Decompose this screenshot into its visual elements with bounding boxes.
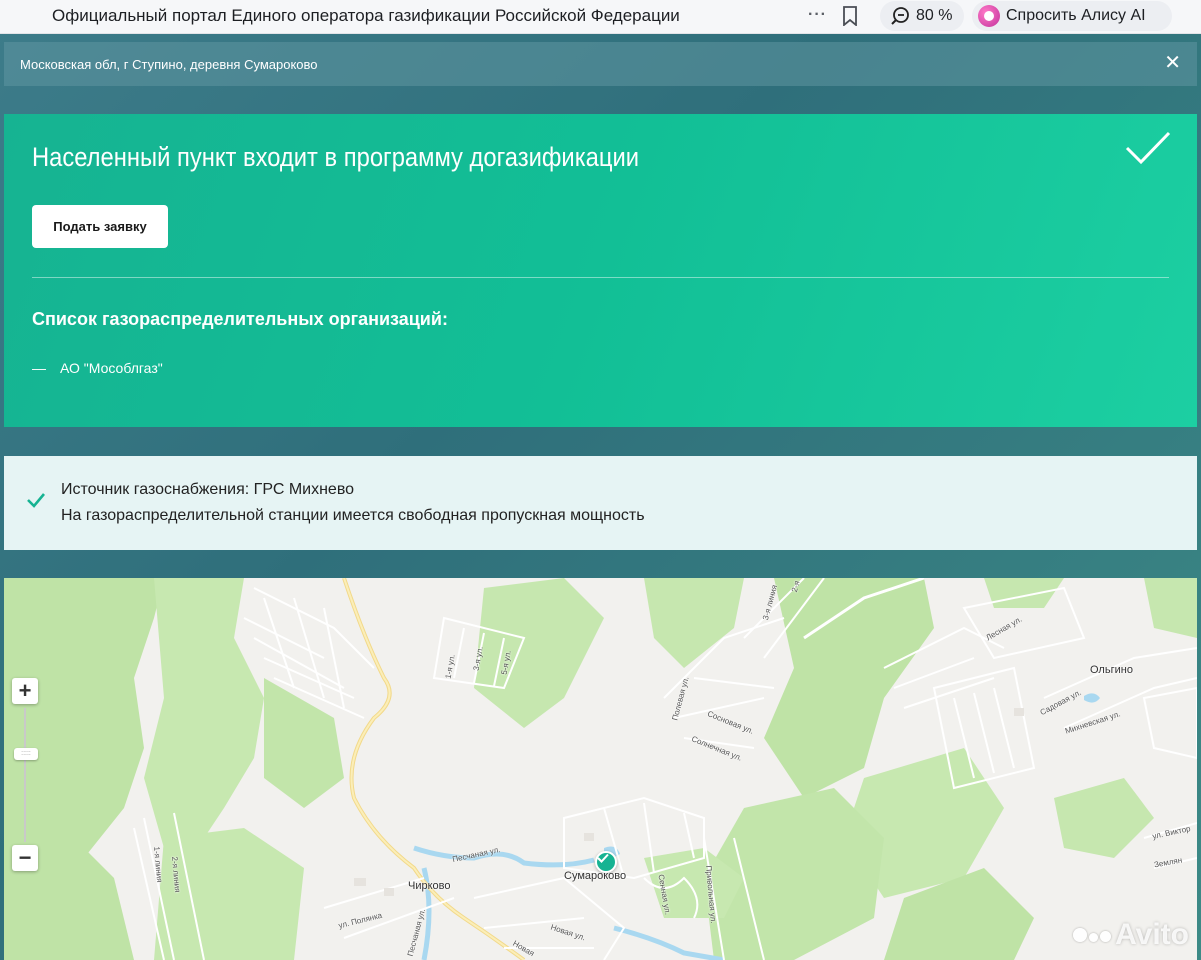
org-name: АО "Мособлгаз" xyxy=(60,360,163,376)
zoom-slider-track[interactable] xyxy=(24,708,26,842)
gas-source-capacity: На газораспределительной станции имеется… xyxy=(61,507,645,524)
location-banner: Московская обл, г Ступино, деревня Сумар… xyxy=(4,42,1197,86)
avito-logo-icon xyxy=(1073,928,1112,942)
more-dots-icon[interactable]: ··· xyxy=(808,6,827,24)
zoom-in-button[interactable]: + xyxy=(12,678,38,704)
map-label-sumarokovo: Сумароково xyxy=(564,870,627,882)
list-dash: — xyxy=(32,360,46,376)
orgs-heading: Список газораспределительных организаций… xyxy=(32,309,448,329)
zoom-level: 80 % xyxy=(916,7,953,24)
zoom-slider-handle[interactable]: ::::: xyxy=(14,748,38,760)
map-zoom-control: + ::::: − xyxy=(12,678,40,871)
browser-toolbar: Официальный портал Единого оператора газ… xyxy=(0,0,1201,34)
location-pin-icon[interactable] xyxy=(595,851,617,873)
map-canvas xyxy=(4,578,1197,960)
bookmark-icon[interactable] xyxy=(842,6,858,31)
zoom-button[interactable]: 80 % xyxy=(880,1,964,31)
status-title: Населенный пункт входит в программу дога… xyxy=(32,142,639,172)
location-address: Московская обл, г Ступино, деревня Сумар… xyxy=(20,56,318,72)
org-list-item: — АО "Мособлгаз" xyxy=(32,360,163,376)
check-icon xyxy=(27,493,45,508)
map-label-olgino: Ольгино xyxy=(1090,664,1133,676)
zoom-icon xyxy=(891,7,909,25)
close-icon[interactable]: ✕ xyxy=(1164,52,1181,74)
gasification-status-card: Населенный пункт входит в программу дога… xyxy=(4,114,1197,427)
apply-button[interactable]: Подать заявку xyxy=(32,205,168,248)
alice-icon xyxy=(978,5,1000,27)
checkmark-icon xyxy=(1125,131,1171,165)
ask-alice-label: Спросить Алису AI xyxy=(1006,7,1146,24)
map-label-chirkovo: Чирково xyxy=(408,880,451,892)
divider xyxy=(32,277,1169,278)
zoom-out-button[interactable]: − xyxy=(12,845,38,871)
gas-source-name: Источник газоснабжения: ГРС Михнево xyxy=(61,481,355,498)
browser-tab-title: Официальный портал Единого оператора газ… xyxy=(52,6,680,25)
avito-watermark: Avito xyxy=(1073,918,1189,952)
gas-source-card: Источник газоснабжения: ГРС Михнево На г… xyxy=(4,456,1197,550)
watermark-text: Avito xyxy=(1115,918,1189,951)
map[interactable]: + ::::: − Чирково Сумароково Ольгино Пес… xyxy=(4,578,1197,960)
ask-alice-button[interactable]: Спросить Алису AI xyxy=(972,1,1172,31)
